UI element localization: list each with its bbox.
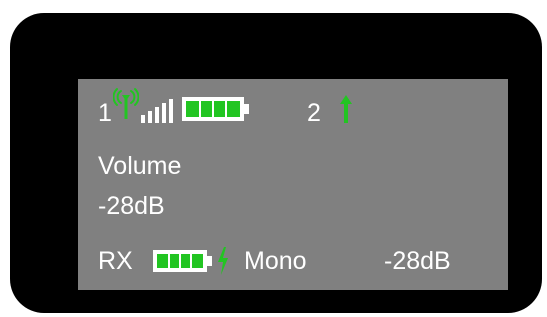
channel-1-label: 1 <box>98 99 112 127</box>
channel-2-label: 2 <box>307 99 321 127</box>
level-readout: -28dB <box>384 247 451 275</box>
mode-label: Mono <box>244 247 307 275</box>
parameter-value: -28dB <box>98 192 165 220</box>
display-screen: 1 2 Volume -28dB RX Mono -28dB <box>78 79 508 290</box>
signal-strength-icon <box>141 99 173 123</box>
antenna-icon <box>113 88 139 119</box>
device-bezel: 1 2 Volume -28dB RX Mono -28dB <box>10 13 542 313</box>
upload-arrow-icon <box>340 95 352 123</box>
charging-bolt-icon <box>218 247 228 275</box>
rx-battery-icon <box>153 250 212 272</box>
parameter-label: Volume <box>98 152 182 180</box>
tx-battery-icon <box>182 97 249 121</box>
rx-label: RX <box>98 247 133 275</box>
